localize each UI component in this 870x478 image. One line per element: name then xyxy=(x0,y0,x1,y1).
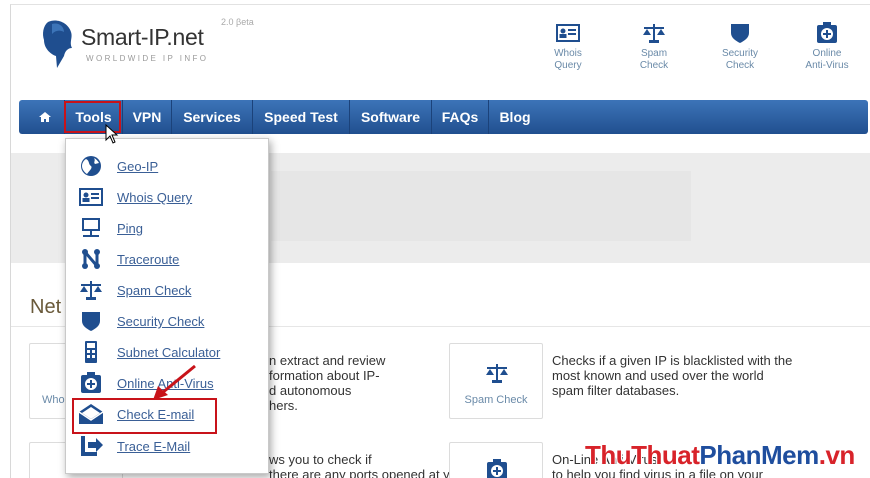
calculator-icon xyxy=(85,341,97,363)
tool-description: n extract and review formation about IP-… xyxy=(269,353,385,413)
nav-vpn[interactable]: VPN xyxy=(123,100,172,134)
tool-box-label: Spam Check xyxy=(464,394,528,406)
menu-item-label: Ping xyxy=(117,221,144,236)
tool-box-antivirus[interactable] xyxy=(449,442,543,478)
header-link-spam[interactable]: Spam Check xyxy=(619,22,689,72)
desc-line: most known and used over the world xyxy=(552,368,764,383)
menu-item-geo-ip[interactable]: Geo-IP xyxy=(78,155,268,179)
header-link-label: Query xyxy=(554,60,582,71)
desc-line: there are any ports opened at your xyxy=(269,467,469,478)
watermark-part: .vn xyxy=(818,440,856,470)
virus-scan-icon xyxy=(817,22,837,43)
menu-item-spam-check[interactable]: Spam Check xyxy=(78,279,268,303)
header-link-label: Online xyxy=(812,48,842,59)
desc-line: spam filter databases. xyxy=(552,383,680,398)
check-email-highlight-box xyxy=(72,398,217,434)
menu-item-label: Geo-IP xyxy=(117,159,159,174)
scales-icon xyxy=(80,281,102,300)
watermark: ThuThuatPhanMem.vn xyxy=(585,440,855,471)
annotation-arrow-icon xyxy=(153,364,196,400)
shield-icon xyxy=(731,24,749,43)
nav-blog[interactable]: Blog xyxy=(489,100,541,134)
desc-line: n extract and review xyxy=(269,353,386,368)
logo-subtitle: WORLDWIDE IP INFO xyxy=(86,54,209,63)
nav-faqs[interactable]: FAQs xyxy=(432,100,489,134)
shield-icon xyxy=(82,312,100,331)
menu-item-traceroute[interactable]: Traceroute xyxy=(78,248,268,272)
scales-icon xyxy=(643,24,665,43)
logo-icon[interactable] xyxy=(38,18,78,70)
desc-line: ws you to check if xyxy=(269,452,372,467)
menu-item-label: Whois Query xyxy=(117,190,193,205)
id-card-icon xyxy=(556,24,580,42)
route-icon xyxy=(82,249,100,269)
header-link-label: Whois xyxy=(554,48,582,59)
watermark-part: ThuThuat xyxy=(585,440,700,470)
menu-item-label: Subnet Calculator xyxy=(117,345,221,360)
desc-line: formation about IP- xyxy=(269,368,380,383)
menu-item-trace-email[interactable]: Trace E-Mail xyxy=(78,435,268,459)
header-link-antivirus[interactable]: Online Anti-Virus xyxy=(792,22,862,72)
home-icon xyxy=(39,112,51,122)
tool-box-spam-check[interactable]: Spam Check xyxy=(449,343,543,419)
header-link-label: Anti-Virus xyxy=(805,60,849,71)
header-link-label: Security xyxy=(721,48,759,59)
virus-scan-icon xyxy=(487,459,507,478)
banner-placeholder xyxy=(271,171,691,241)
menu-item-label: Traceroute xyxy=(117,252,180,267)
id-card-icon xyxy=(79,188,103,206)
nav-speed-test[interactable]: Speed Test xyxy=(253,100,350,134)
trace-mail-icon xyxy=(81,436,103,456)
section-title: Net xyxy=(30,296,62,318)
tool-description: ws you to check if there are any ports o… xyxy=(269,452,468,478)
menu-item-ping[interactable]: Ping xyxy=(78,217,268,241)
header-link-label: Check xyxy=(725,60,755,71)
main-nav: Tools VPN Services Speed Test Software F… xyxy=(19,100,868,134)
watermark-part: PhanMem xyxy=(699,440,819,470)
header-link-security[interactable]: Security Check xyxy=(705,22,775,72)
header-link-whois[interactable]: Whois Query xyxy=(533,22,603,72)
nav-home[interactable] xyxy=(19,100,65,134)
nav-software[interactable]: Software xyxy=(350,100,432,134)
menu-item-subnet-calculator[interactable]: Subnet Calculator xyxy=(78,341,268,365)
desc-line: d autonomous xyxy=(269,383,352,398)
scales-icon xyxy=(486,364,508,383)
desc-line: hers. xyxy=(269,398,298,413)
header-link-label: Check xyxy=(639,60,669,71)
desc-line: Checks if a given IP is blacklisted with… xyxy=(552,353,793,368)
menu-item-label: Spam Check xyxy=(117,283,192,298)
nav-services[interactable]: Services xyxy=(172,100,253,134)
menu-item-label: Security Check xyxy=(117,314,205,329)
mouse-cursor-icon xyxy=(105,124,119,144)
menu-item-security-check[interactable]: Security Check xyxy=(78,310,268,334)
menu-item-label: Trace E-Mail xyxy=(117,439,191,454)
globe-icon xyxy=(81,156,101,176)
menu-item-whois-query[interactable]: Whois Query xyxy=(78,186,268,210)
version-label: 2.0 βeta xyxy=(221,17,254,27)
header-link-label: Spam xyxy=(640,48,668,59)
virus-scan-icon xyxy=(81,372,101,393)
logo-title[interactable]: Smart-IP.net xyxy=(81,24,204,51)
monitor-icon xyxy=(82,218,100,237)
tool-description: Checks if a given IP is blacklisted with… xyxy=(552,353,792,398)
